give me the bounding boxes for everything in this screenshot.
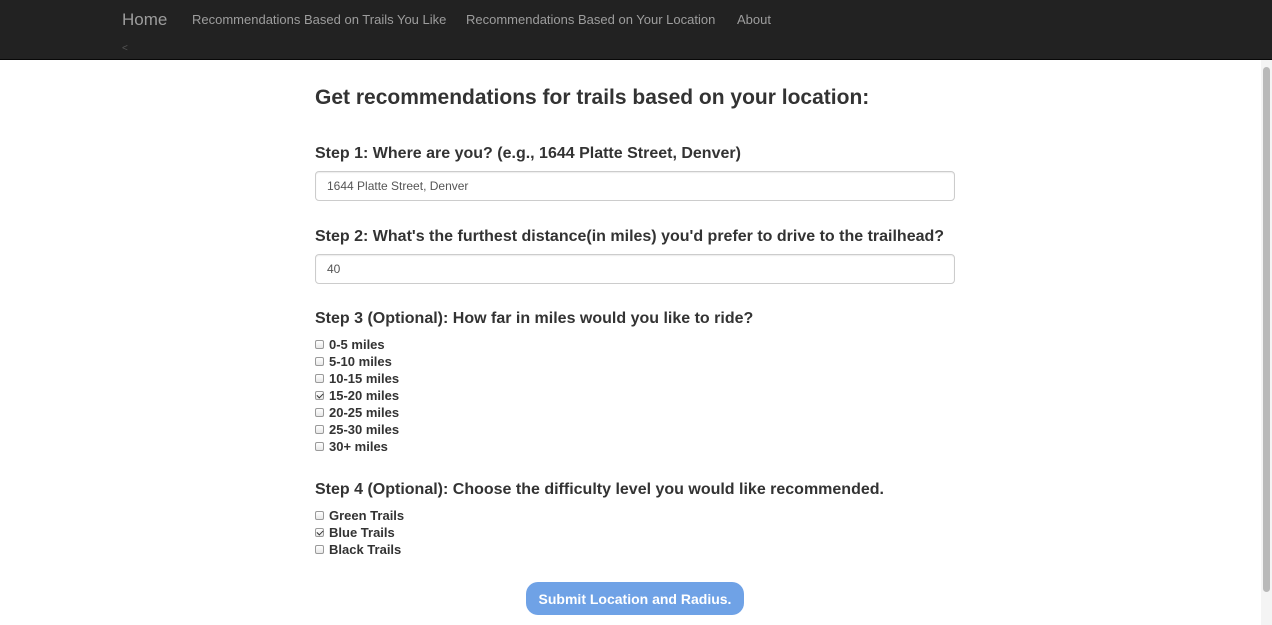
step1-label: Step 1: Where are you? (e.g., 1644 Platt… xyxy=(315,145,741,162)
checkbox[interactable] xyxy=(315,408,324,417)
location-input[interactable] xyxy=(315,171,955,201)
checkbox-label: 25-30 miles xyxy=(329,422,400,437)
nav-home-link[interactable]: Home xyxy=(122,10,167,30)
checkbox[interactable] xyxy=(315,357,324,366)
checkbox[interactable] xyxy=(315,511,324,520)
top-navbar: Home Recommendations Based on Trails You… xyxy=(0,0,1272,60)
difficulty-option-green[interactable]: Green Trails xyxy=(315,507,404,524)
difficulty-option-blue[interactable]: Blue Trails xyxy=(315,524,395,541)
nav-link-your-location[interactable]: Recommendations Based on Your Location xyxy=(466,12,715,28)
distance-input[interactable] xyxy=(315,254,955,284)
difficulty-option-black[interactable]: Black Trails xyxy=(315,541,401,558)
checkbox-label: Blue Trails xyxy=(329,525,395,540)
ride-option-15-20[interactable]: 15-20 miles xyxy=(315,387,399,404)
ride-option-5-10[interactable]: 5-10 miles xyxy=(315,353,392,370)
step4-label: Step 4 (Optional): Choose the difficulty… xyxy=(315,481,884,498)
checkbox-label: 15-20 miles xyxy=(329,388,400,403)
checkbox-label: 10-15 miles xyxy=(329,371,400,386)
page-title: Get recommendations for trails based on … xyxy=(315,86,870,109)
nav-link-trails-you-like[interactable]: Recommendations Based on Trails You Like xyxy=(192,12,446,28)
checkbox[interactable] xyxy=(315,340,324,349)
ride-option-0-5[interactable]: 0-5 miles xyxy=(315,336,385,353)
ride-option-20-25[interactable]: 20-25 miles xyxy=(315,404,399,421)
step3-label: Step 3 (Optional): How far in miles woul… xyxy=(315,310,754,327)
checkbox-label: 20-25 miles xyxy=(329,405,400,420)
checkbox-label: Green Trails xyxy=(329,508,405,523)
checkbox-label: 0-5 miles xyxy=(329,337,385,352)
checkbox-label: 5-10 miles xyxy=(329,354,392,369)
ride-option-25-30[interactable]: 25-30 miles xyxy=(315,421,399,438)
checkbox[interactable] xyxy=(315,545,324,554)
submit-location-button[interactable]: Submit Location and Radius. xyxy=(526,582,744,615)
checkbox-checked[interactable] xyxy=(315,391,324,400)
page-scrollbar-thumb[interactable] xyxy=(1263,67,1270,592)
checkbox[interactable] xyxy=(315,442,324,451)
ride-option-10-15[interactable]: 10-15 miles xyxy=(315,370,399,387)
checkbox[interactable] xyxy=(315,374,324,383)
checkbox-label: Black Trails xyxy=(329,542,402,557)
nav-caret-icon: < xyxy=(122,43,128,54)
nav-link-about[interactable]: About xyxy=(737,12,771,28)
location-form: Get recommendations for trails based on … xyxy=(315,84,955,557)
ride-option-30-plus[interactable]: 30+ miles xyxy=(315,438,388,455)
checkbox[interactable] xyxy=(315,425,324,434)
checkbox-checked[interactable] xyxy=(315,528,324,537)
step2-label: Step 2: What's the furthest distance(in … xyxy=(315,228,945,245)
checkbox-label: 30+ miles xyxy=(329,439,388,454)
